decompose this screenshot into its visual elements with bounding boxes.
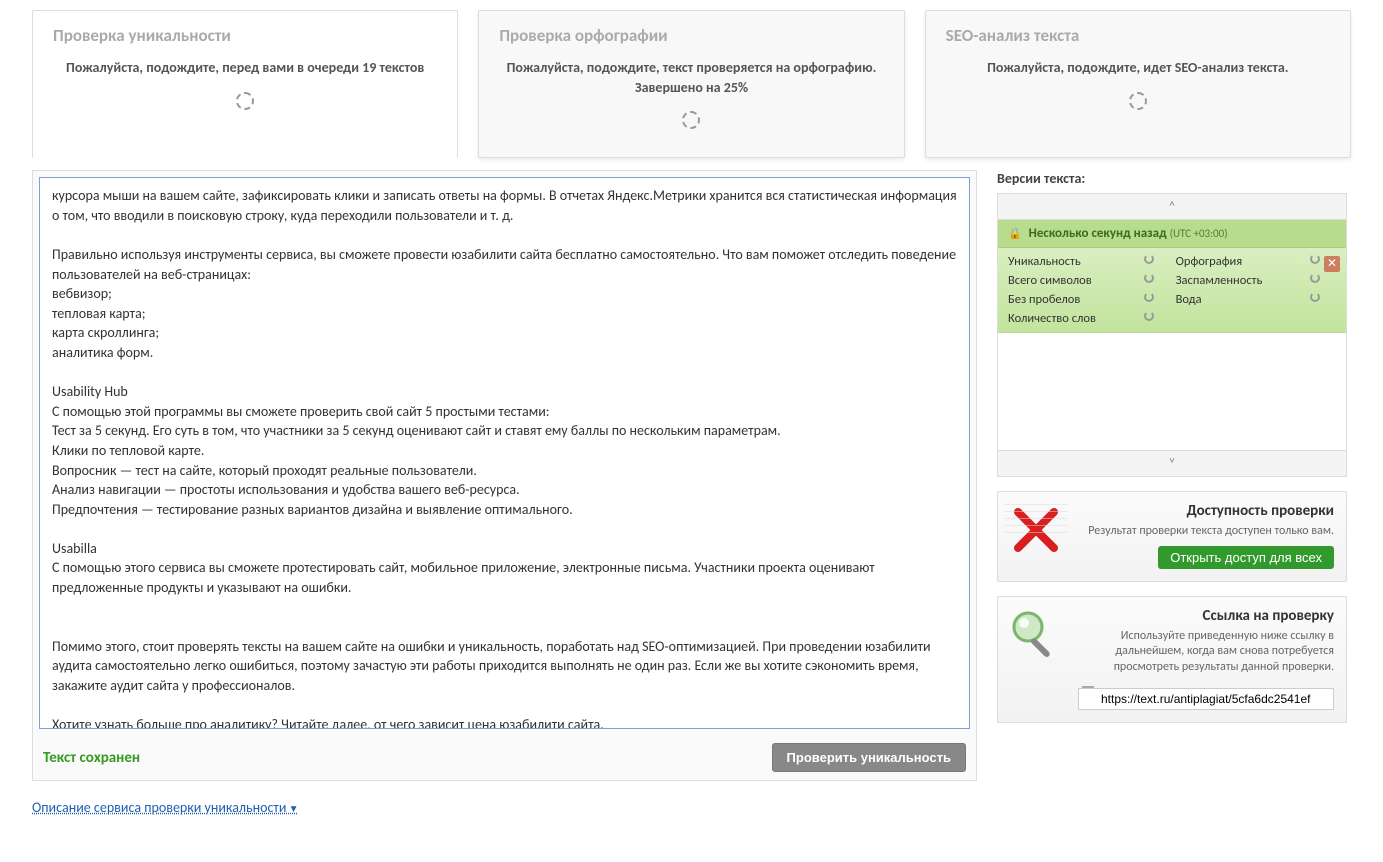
loading-icon <box>1144 273 1154 283</box>
tab-uniq-msg: Пожалуйста, подождите, перед вами в очер… <box>53 58 437 78</box>
version-timestamp: Несколько секунд назад (UTC +03:00) <box>998 220 1346 248</box>
tab-title: SEO-анализ текста <box>946 25 1330 46</box>
metric-label: Заспамленность <box>1176 273 1304 288</box>
spinner-icon <box>236 92 254 110</box>
metric-label: Вода <box>1176 292 1304 307</box>
access-card: Доступность проверки Результат проверки … <box>997 491 1347 582</box>
link-card: Ссылка на проверку Используйте приведенн… <box>997 596 1347 723</box>
metric-label: Орфография <box>1176 254 1304 269</box>
tab-uniqueness[interactable]: Проверка уникальности Пожалуйста, подожд… <box>32 10 458 158</box>
spinner-icon <box>1129 92 1147 110</box>
magnifier-icon <box>1004 603 1068 667</box>
tab-title: Проверка уникальности <box>53 25 437 46</box>
access-title: Доступность проверки <box>1078 502 1334 520</box>
loading-icon <box>1144 292 1154 302</box>
saved-status: Текст сохранен <box>43 749 140 767</box>
access-text: Результат проверки текста доступен тольк… <box>1078 524 1334 540</box>
metric-label: Уникальность <box>1008 254 1138 269</box>
service-description-link[interactable]: Описание сервиса проверки уникальности <box>32 799 299 816</box>
versions-title: Версии текста: <box>997 170 1347 187</box>
spinner-icon <box>682 111 700 129</box>
link-text: Используйте приведенную ниже ссылку в да… <box>1078 629 1334 676</box>
editor-panel: Текст сохранен Проверить уникальность <box>32 170 977 781</box>
tab-seo[interactable]: SEO-анализ текста Пожалуйста, подождите,… <box>925 10 1351 158</box>
metric-label: Без пробелов <box>1008 292 1138 307</box>
chevron-up-icon: ˄ <box>1168 198 1176 215</box>
check-uniqueness-button[interactable]: Проверить уникальность <box>772 743 966 772</box>
check-url-field[interactable] <box>1078 688 1334 710</box>
tab-spell-msg: Пожалуйста, подождите, текст проверяется… <box>499 58 883 97</box>
chevron-down-icon: ˅ <box>1168 455 1176 472</box>
metric-label: Количество слов <box>1008 311 1138 326</box>
loading-icon <box>1144 254 1154 264</box>
version-item[interactable]: Несколько секунд назад (UTC +03:00) ✕ Ун… <box>998 220 1346 333</box>
open-access-button[interactable]: Открыть доступ для всех <box>1158 546 1334 569</box>
text-input[interactable] <box>39 177 970 729</box>
tab-spellcheck[interactable]: Проверка орфографии Пожалуйста, подождит… <box>478 10 904 158</box>
loading-icon <box>1310 254 1320 264</box>
link-title: Ссылка на проверку <box>1078 607 1334 625</box>
versions-scroll-down[interactable]: ˅ <box>998 450 1346 476</box>
metric-label: Всего символов <box>1008 273 1138 288</box>
tab-seo-msg: Пожалуйста, подождите, идет SEO-анализ т… <box>946 58 1330 78</box>
loading-icon <box>1310 292 1320 302</box>
versions-scroll-up[interactable]: ˄ <box>998 194 1346 220</box>
loading-icon <box>1310 273 1320 283</box>
loading-icon <box>1144 311 1154 321</box>
tab-title: Проверка орфографии <box>499 25 883 46</box>
delete-version-button[interactable]: ✕ <box>1324 256 1340 272</box>
versions-panel: Версии текста: ˄ Несколько секунд назад … <box>997 170 1347 477</box>
